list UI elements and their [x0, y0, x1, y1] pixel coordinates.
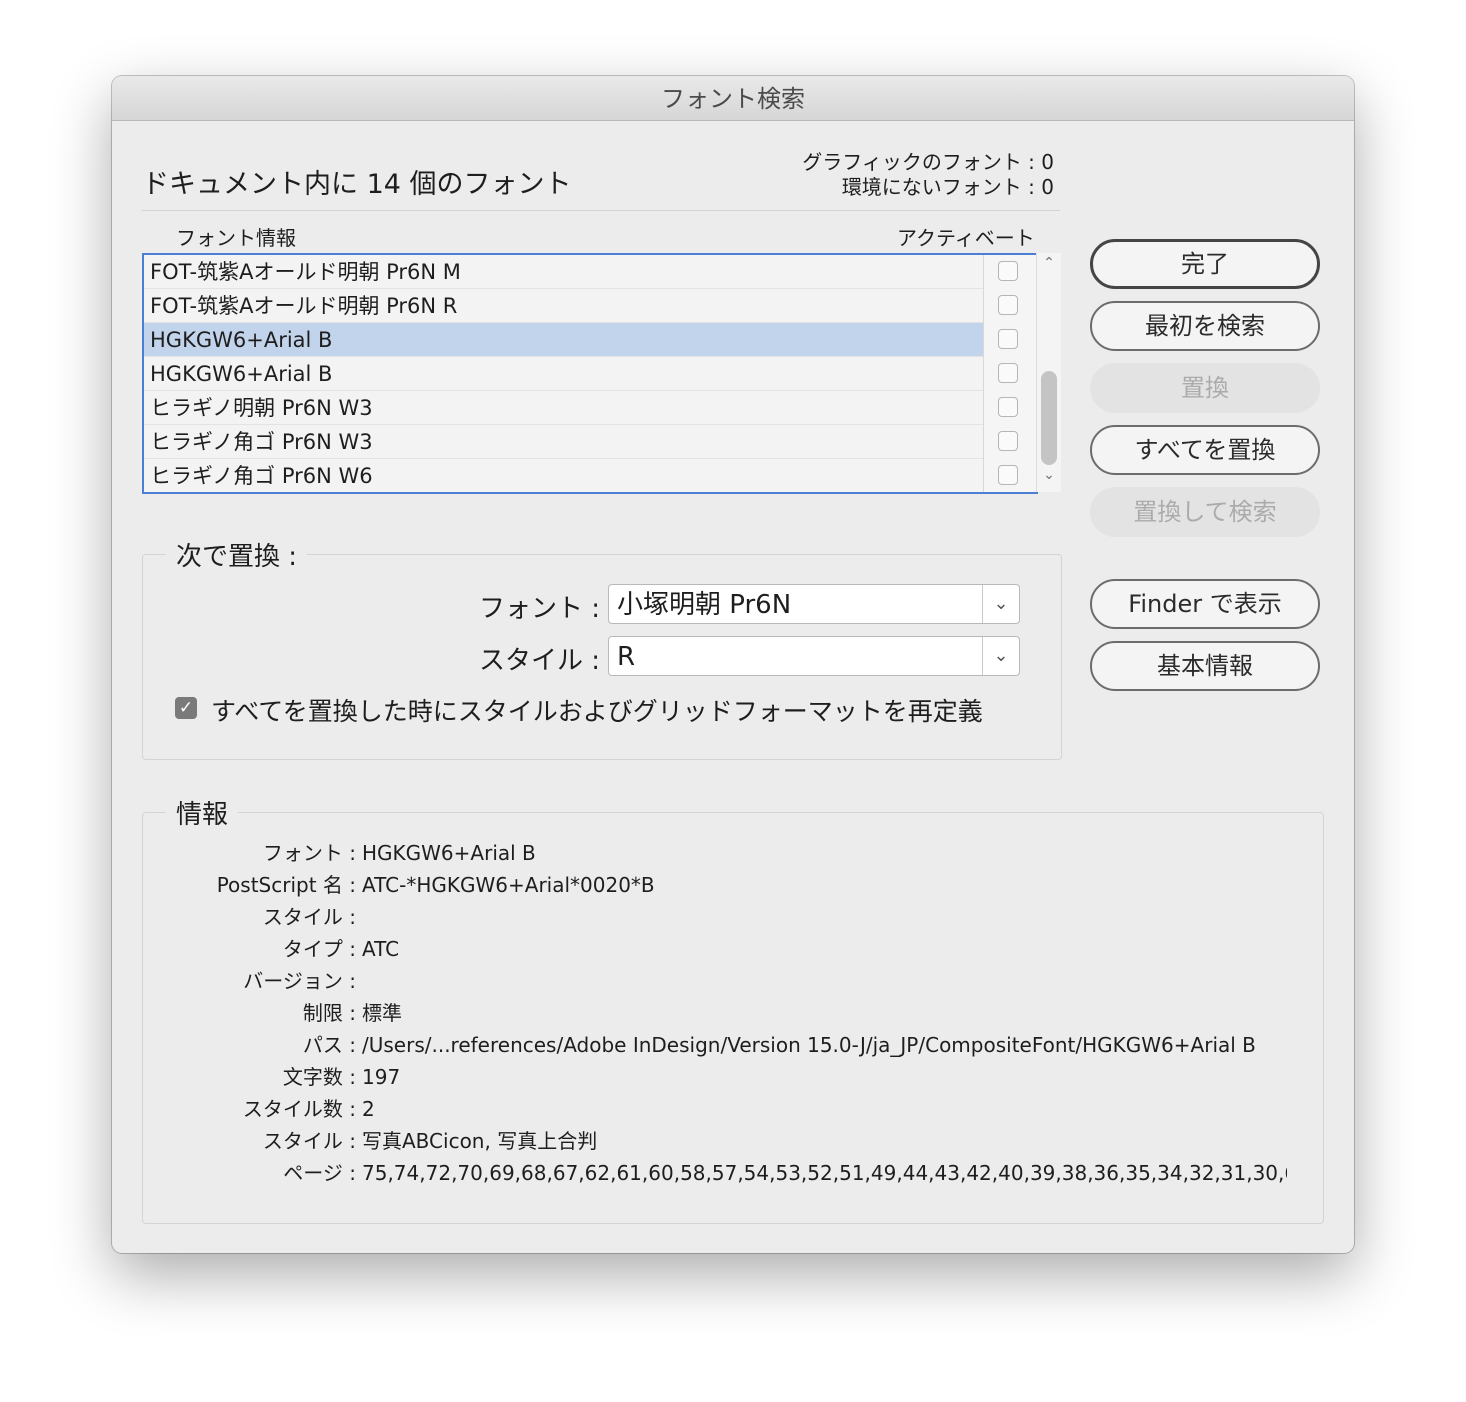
info-legend: 情報 [166, 794, 239, 831]
missing-fonts-count: 環境にないフォント : 0 [841, 175, 1054, 199]
info-restriction-label: 制限 : [302, 1001, 356, 1025]
info-type-label: タイプ : [282, 937, 356, 961]
replace-font-value: 小塚明朝 Pr6N [617, 590, 792, 620]
info-styles-row: スタイル : 写真ABCicon, 写真上合判 [112, 1127, 1352, 1155]
info-style-row: スタイル : [112, 903, 1352, 931]
replace-style-value: R [617, 642, 636, 672]
chevron-down-icon[interactable]: ⌄ [982, 637, 1019, 675]
font-search-dialog: フォント検索 ドキュメント内に 14 個のフォント グラフィックのフォント : … [112, 76, 1354, 1253]
font-name: ヒラギノ角ゴ Pr6N W6 [150, 464, 373, 488]
info-path-row: パス : /Users/...references/Adobe InDesign… [112, 1031, 1352, 1059]
info-postscript-row: PostScript 名 : ATC-*HGKGW6+Arial*0020*B [112, 871, 1352, 899]
reveal-in-finder-button[interactable]: Finder で表示 [1090, 579, 1320, 629]
redefine-label[interactable]: すべてを置換した時にスタイルおよびグリッドフォーマットを再定義 [211, 692, 983, 728]
replace-font-label: フォント : [478, 594, 600, 624]
font-list[interactable]: FOT-筑紫Aオールド明朝 Pr6N M FOT-筑紫Aオールド明朝 Pr6N … [142, 253, 1038, 494]
activate-checkbox[interactable] [998, 329, 1018, 349]
info-path-label: パス : [302, 1033, 356, 1057]
window-title: フォント検索 [112, 76, 1354, 121]
info-char-count-row: 文字数 : 197 [112, 1063, 1352, 1091]
info-font-row: フォント : HGKGW6+Arial B [112, 839, 1352, 867]
font-list-row[interactable]: HGKGW6+Arial B [144, 357, 1036, 391]
chevron-up-icon[interactable]: ⌃ [1037, 255, 1061, 271]
activate-checkbox[interactable] [998, 261, 1018, 281]
activate-checkbox[interactable] [998, 363, 1018, 383]
info-pages-value: 75,74,72,70,69,68,67,62,61,60,58,57,54,5… [362, 1161, 1287, 1185]
font-name: ヒラギノ明朝 Pr6N W3 [150, 396, 373, 420]
info-pages-label: ページ : [283, 1161, 356, 1185]
info-version-row: バージョン : [112, 967, 1352, 995]
info-pages-row: ページ : 75,74,72,70,69,68,67,62,61,60,58,5… [112, 1159, 1352, 1187]
info-path-value: /Users/...references/Adobe InDesign/Vers… [362, 1033, 1256, 1057]
replace-style-label: スタイル : [478, 646, 600, 676]
column-header-font-info[interactable]: フォント情報 [176, 222, 296, 251]
activate-checkbox[interactable] [998, 295, 1018, 315]
info-font-value: HGKGW6+Arial B [362, 841, 536, 865]
info-style-label: スタイル : [262, 905, 356, 929]
find-first-button[interactable]: 最初を検索 [1090, 301, 1320, 351]
more-info-button[interactable]: 基本情報 [1090, 641, 1320, 691]
replace-font-combo[interactable]: 小塚明朝 Pr6N ⌄ [608, 584, 1020, 624]
font-name: FOT-筑紫Aオールド明朝 Pr6N R [150, 294, 458, 318]
info-type-row: タイプ : ATC [112, 935, 1352, 963]
activate-checkbox[interactable] [998, 431, 1018, 451]
chevron-down-icon[interactable]: ⌄ [982, 585, 1019, 623]
font-name: FOT-筑紫Aオールド明朝 Pr6N M [150, 260, 461, 284]
font-list-row[interactable]: FOT-筑紫Aオールド明朝 Pr6N R [144, 289, 1036, 323]
scrollbar-thumb[interactable] [1041, 371, 1057, 465]
info-restriction-row: 制限 : 標準 [112, 999, 1352, 1027]
font-name: HGKGW6+Arial B [150, 328, 333, 352]
replace-and-find-button[interactable]: 置換して検索 [1090, 487, 1320, 537]
info-styles-label: スタイル : [262, 1129, 356, 1153]
font-list-row[interactable]: ヒラギノ明朝 Pr6N W3 [144, 391, 1036, 425]
replace-style-combo[interactable]: R ⌄ [608, 636, 1020, 676]
redefine-checkbox[interactable]: ✓ [175, 697, 197, 719]
checkmark-icon: ✓ [178, 698, 194, 718]
font-list-row[interactable]: ヒラギノ角ゴ Pr6N W3 [144, 425, 1036, 459]
info-char-count-value: 197 [362, 1065, 401, 1089]
font-counts: グラフィックのフォント : 0 環境にないフォント : 0 [802, 150, 1054, 200]
activate-checkbox[interactable] [998, 465, 1018, 485]
font-list-row[interactable]: FOT-筑紫Aオールド明朝 Pr6N M [144, 255, 1036, 289]
font-list-row[interactable]: ヒラギノ角ゴ Pr6N W6 [144, 459, 1036, 492]
done-button[interactable]: 完了 [1090, 239, 1320, 289]
info-restriction-value: 標準 [362, 1001, 402, 1025]
info-style-count-row: スタイル数 : 2 [112, 1095, 1352, 1123]
info-postscript-value: ATC-*HGKGW6+Arial*0020*B [362, 873, 655, 897]
activate-checkbox[interactable] [998, 397, 1018, 417]
separator [142, 210, 1060, 211]
font-list-scrollbar[interactable]: ⌃ ⌄ [1036, 253, 1061, 492]
info-font-label: フォント : [262, 841, 356, 865]
info-type-value: ATC [362, 937, 400, 961]
info-styles-value: 写真ABCicon, 写真上合判 [362, 1129, 598, 1153]
graphic-fonts-count: グラフィックのフォント : 0 [802, 150, 1054, 174]
font-name: HGKGW6+Arial B [150, 362, 333, 386]
fonts-in-document-heading: ドキュメント内に 14 個のフォント [142, 169, 572, 200]
replace-all-button[interactable]: すべてを置換 [1090, 425, 1320, 475]
column-header-activate[interactable]: アクティベート [897, 222, 1035, 251]
font-list-row-selected[interactable]: HGKGW6+Arial B [144, 323, 1036, 357]
info-style-count-label: スタイル数 : [242, 1097, 356, 1121]
replace-with-legend: 次で置換 : [166, 536, 308, 573]
replace-button[interactable]: 置換 [1090, 363, 1320, 413]
chevron-down-icon[interactable]: ⌄ [1037, 467, 1061, 483]
info-version-label: バージョン : [243, 969, 356, 993]
font-name: ヒラギノ角ゴ Pr6N W3 [150, 430, 373, 454]
info-postscript-label: PostScript 名 : [216, 873, 356, 897]
info-char-count-label: 文字数 : [282, 1065, 356, 1089]
info-style-count-value: 2 [362, 1097, 375, 1121]
